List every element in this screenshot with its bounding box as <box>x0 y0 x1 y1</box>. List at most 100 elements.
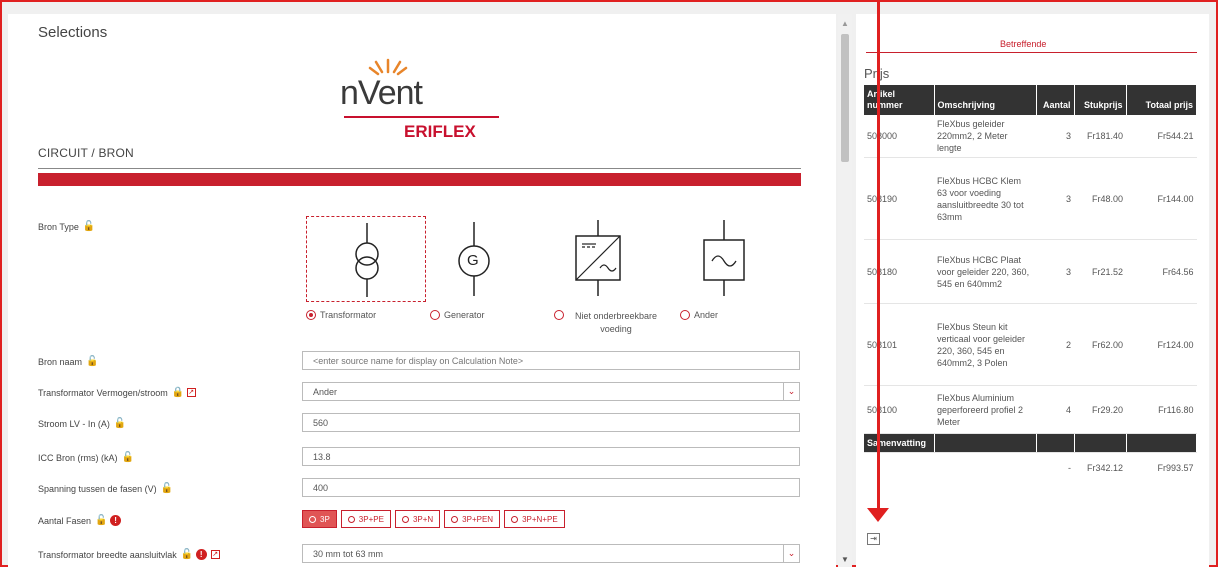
cell-desc: FleXbus HCBC Plaat voor geleider 220, 36… <box>934 239 1036 304</box>
phase-3p-pen[interactable]: 3P+PEN <box>444 510 501 528</box>
phase-3p-pe[interactable]: 3P+PE <box>340 510 391 528</box>
external-link-icon[interactable]: ↗ <box>210 550 220 559</box>
cell-total: Fr124.00 <box>1126 303 1197 386</box>
cell-total: Fr64.56 <box>1126 239 1197 304</box>
summary-label: Samenvatting <box>864 433 935 453</box>
label-text: Spanning tussen de fasen (V) <box>38 483 157 494</box>
vermogen-select[interactable]: Ander ⌄ <box>302 382 800 401</box>
scroll-up-icon[interactable]: ▲ <box>841 19 849 28</box>
scrollbar[interactable]: ▲ ▼ <box>838 14 852 567</box>
tab-betreffende[interactable]: Betreffende <box>1000 39 1046 49</box>
divider <box>38 168 801 169</box>
section-heading: CIRCUIT / BRON <box>38 146 134 160</box>
chevron-down-icon[interactable]: ⌄ <box>783 545 799 562</box>
cell-desc: FleXbus Steun kit verticaal voor geleide… <box>934 303 1036 386</box>
radio-transformator[interactable]: Transformator <box>306 310 376 320</box>
transformer-symbol-icon <box>355 223 379 297</box>
unlock-icon[interactable]: 🔓 <box>114 418 126 429</box>
radio-dot <box>401 515 409 523</box>
external-link-icon[interactable]: ↗ <box>186 388 196 397</box>
col-omschrijving: Omschrijving <box>934 85 1037 115</box>
icc-label: ICC Bron (rms) (kA) 🔓 <box>38 452 134 463</box>
label-text: Bron naam <box>38 356 83 367</box>
spanning-label: Spanning tussen de fasen (V) 🔓 <box>38 483 173 494</box>
radio-label: Ander <box>694 310 719 320</box>
section-banner <box>38 173 801 186</box>
cell-blank <box>934 453 1036 483</box>
summary-blank <box>934 433 1037 453</box>
stroom-label: Stroom LV - In (A) 🔓 <box>38 418 126 429</box>
breedte-label: Transformator breedte aansluitvlak 🔓 ! ↗ <box>38 549 220 560</box>
chevron-down-icon[interactable]: ⌄ <box>783 383 799 400</box>
radio-dot[interactable] <box>430 310 440 320</box>
unlock-icon[interactable]: 🔓 <box>161 483 173 494</box>
radio-dot[interactable] <box>306 310 316 320</box>
logo-bar <box>344 116 499 118</box>
radio-dot <box>309 515 316 523</box>
unlock-icon[interactable]: 🔓 <box>86 356 98 367</box>
source-ups-box[interactable] <box>538 216 658 302</box>
cell-total: Fr116.80 <box>1126 385 1197 434</box>
radio-ander[interactable]: Ander <box>680 310 718 320</box>
price-table: Artikel nummer Omschrijving Aantal Stukp… <box>864 85 1197 483</box>
label-text: ICC Bron (rms) (kA) <box>38 452 118 463</box>
phase-3p-n[interactable]: 3P+N <box>394 510 441 528</box>
source-transformator-box[interactable] <box>306 216 426 302</box>
phase-label: 3P+N <box>412 514 434 524</box>
radio-label: Transformator <box>320 310 377 320</box>
scroll-down-icon[interactable]: ▼ <box>841 555 849 564</box>
table-row: 508190 FleXbus HCBC Klem 63 voor voeding… <box>864 157 1197 240</box>
cell-art: 508190 <box>864 157 934 240</box>
radio-dot <box>347 515 355 523</box>
bron-naam-input[interactable] <box>302 351 800 370</box>
cell-unit: Fr29.20 <box>1074 385 1126 434</box>
radio-dot[interactable] <box>554 310 564 320</box>
spanning-input[interactable]: 400 <box>302 478 800 497</box>
unlock-icon[interactable]: 🔓 <box>95 515 107 526</box>
label-text: Stroom LV - In (A) <box>38 418 110 429</box>
source-generator-box[interactable]: G <box>414 216 534 302</box>
radio-generator[interactable]: Generator <box>430 310 485 320</box>
bron-type-text: Bron Type <box>38 221 79 232</box>
summary-blank <box>1126 433 1197 453</box>
page-title: Selections <box>38 24 108 41</box>
generator-letter: G <box>467 252 479 269</box>
col-stukprijs: Stukprijs <box>1074 85 1127 115</box>
annotation-arrow-line <box>877 0 880 512</box>
radio-label: Generator <box>444 310 485 320</box>
info-icon[interactable]: ! <box>195 549 207 560</box>
breedte-select[interactable]: 30 mm tot 63 mm ⌄ <box>302 544 800 563</box>
ac-source-symbol-icon <box>703 220 745 296</box>
table-row: 508101 FleXbus Steun kit verticaal voor … <box>864 303 1197 386</box>
logo-sunburst-icon <box>368 58 408 76</box>
select-value: 30 mm tot 63 mm <box>313 549 384 559</box>
radio-dot <box>511 515 519 523</box>
bron-naam-label: Bron naam 🔓 <box>38 356 98 367</box>
phase-3p-n-pe[interactable]: 3P+N+PE <box>504 510 565 528</box>
stroom-input[interactable]: 560 <box>302 413 800 432</box>
summary-header-row: Samenvatting <box>864 433 1197 453</box>
cell-total: Fr144.00 <box>1126 157 1197 240</box>
cell-art: 508100 <box>864 385 934 434</box>
source-ander-box[interactable] <box>664 216 784 302</box>
summary-unit: Fr342.12 <box>1086 462 1123 473</box>
radio-dot[interactable] <box>680 310 690 320</box>
unlock-icon[interactable]: 🔓 <box>83 221 95 232</box>
scroll-thumb[interactable] <box>841 34 849 162</box>
label-text: Transformator Vermogen/stroom <box>38 387 168 398</box>
phase-label: 3P <box>320 514 330 524</box>
lock-icon[interactable]: 🔒 <box>172 387 184 398</box>
unlock-icon[interactable]: 🔓 <box>181 549 193 560</box>
summary-blank <box>1036 433 1075 453</box>
info-icon[interactable]: ! <box>110 515 122 526</box>
collapse-panel-icon[interactable]: ⇥ <box>867 533 880 545</box>
icc-input[interactable]: 13.8 <box>302 447 800 466</box>
unlock-icon[interactable]: 🔓 <box>122 452 134 463</box>
vermogen-label: Transformator Vermogen/stroom 🔒 ↗ <box>38 387 196 398</box>
phase-3p[interactable]: 3P <box>302 510 337 528</box>
phase-label: 3P+N+PE <box>522 514 558 524</box>
summary-row: - Fr342.12 Fr993.57 <box>864 453 1197 483</box>
cell-qty: 4 <box>1036 385 1074 434</box>
cell-unit: Fr48.00 <box>1074 157 1126 240</box>
radio-ups[interactable]: Niet onderbreekbare voeding <box>554 310 664 336</box>
